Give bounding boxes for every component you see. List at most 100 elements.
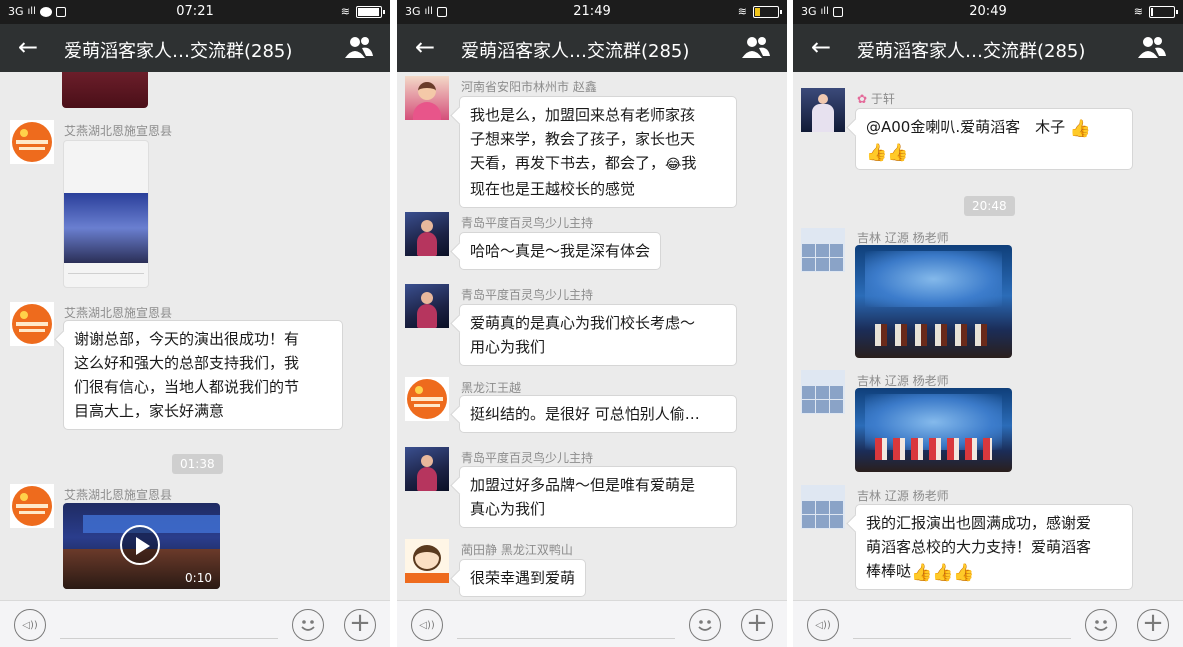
message-list[interactable]: ✿ 于轩 @A00金喇叭.爱萌滔客 木子 👍 👍👍 20:48 吉林 辽源 杨老… — [793, 72, 1183, 600]
clock: 07:21 — [176, 4, 214, 19]
emoji-button[interactable] — [1085, 609, 1117, 641]
more-button[interactable]: + — [1137, 609, 1169, 641]
time-divider: 01:38 — [172, 454, 223, 474]
avatar[interactable] — [405, 447, 449, 491]
voice-icon: ◁)) — [419, 620, 435, 631]
chat-title: 爱萌滔客家人…交流群(285) — [857, 41, 1086, 62]
message-line: 用心为我们 — [470, 338, 546, 356]
status-bar: 3G ıll 20:49 ≋ — [793, 0, 1183, 24]
image-message-cut[interactable] — [62, 72, 148, 108]
avatar[interactable] — [405, 212, 449, 256]
message-line: 这么好和强大的总部支持我们，我 — [74, 354, 300, 372]
sender-name: 河南省安阳市林州市 赵鑫 — [461, 80, 597, 94]
plus-icon: + — [1142, 608, 1164, 638]
clock: 20:49 — [969, 4, 1007, 19]
plus-icon: + — [349, 608, 371, 638]
group-members-icon — [345, 37, 373, 58]
group-members-icon — [1138, 37, 1166, 58]
chat-screen-1: 3G ıll 07:21 ≋ ← 爱萌滔客家人…交流群(285) 艾燕湖北恩施宣… — [0, 0, 390, 647]
message-line-end: 我 — [681, 154, 697, 172]
emoji-button[interactable] — [292, 609, 324, 641]
group-members-button[interactable] — [1137, 34, 1171, 62]
message-bubble[interactable]: 谢谢总部，今天的演出很成功！有 这么好和强大的总部支持我们，我 们很有信心，当地… — [63, 320, 343, 430]
message-line: 我的汇报演出也圆满成功，感谢爱 — [866, 514, 1092, 532]
sender-name: 蔺田静 黑龙江双鸭山 — [461, 543, 573, 557]
battery-icon — [356, 5, 385, 18]
message-input[interactable] — [60, 609, 278, 639]
message-line: 我也是么，加盟回来总有老师家孩 — [470, 106, 696, 124]
avatar[interactable] — [801, 485, 845, 529]
sender-name: 吉林 辽源 杨老师 — [857, 489, 949, 503]
input-bar: ◁)) + — [0, 600, 390, 647]
message-bubble[interactable]: 我的汇报演出也圆满成功，感谢爱 萌滔客总校的大力支持！爱萌滔客 棒棒哒👍👍👍 — [855, 504, 1133, 590]
plus-icon: + — [746, 608, 768, 638]
more-button[interactable]: + — [344, 609, 376, 641]
input-bar: ◁)) + — [397, 600, 787, 647]
image-message[interactable] — [855, 245, 1012, 358]
sender-name: 青岛平度百灵鸟少儿主持 — [461, 216, 594, 230]
smiley-icon — [698, 620, 712, 631]
image-message[interactable] — [63, 140, 149, 288]
message-bubble[interactable]: 很荣幸遇到爱萌 — [459, 559, 587, 597]
message-bubble[interactable]: 哈哈～真是～我是深有体会 — [459, 232, 662, 270]
group-members-button[interactable] — [741, 34, 775, 62]
message-line: 子想来学，教会了孩子，家长也天 — [470, 130, 696, 148]
image-message[interactable] — [855, 388, 1012, 472]
message-input[interactable] — [853, 609, 1071, 639]
message-line: 现在也是王越校长的感觉 — [470, 180, 636, 198]
voice-input-button[interactable]: ◁)) — [807, 609, 839, 641]
group-members-button[interactable] — [344, 34, 378, 62]
avatar[interactable] — [801, 88, 845, 132]
voice-icon: ◁)) — [22, 620, 38, 631]
message-line: 谢谢总部，今天的演出很成功！有 — [74, 330, 300, 348]
voice-input-button[interactable]: ◁)) — [14, 609, 46, 641]
avatar[interactable] — [405, 539, 449, 583]
more-button[interactable]: + — [741, 609, 773, 641]
back-arrow-icon: ← — [17, 33, 39, 61]
avatar[interactable] — [10, 302, 54, 346]
message-line: 爱萌真的是真心为我们校长考虑～ — [470, 314, 696, 332]
message-line: 加盟过好多品牌～但是唯有爱萌是 — [470, 476, 696, 494]
back-button[interactable]: ← — [407, 32, 443, 64]
message-bubble[interactable]: 我也是么，加盟回来总有老师家孩 子想来学，教会了孩子，家长也天 天看，再发下书去… — [459, 96, 737, 208]
wifi-icon: ≋ — [340, 5, 350, 18]
message-bubble[interactable]: 加盟过好多品牌～但是唯有爱萌是 真心为我们 — [459, 466, 737, 528]
video-message[interactable]: 0:10 — [63, 503, 220, 589]
group-members-icon — [742, 37, 770, 58]
back-button[interactable]: ← — [803, 32, 839, 64]
avatar[interactable] — [405, 284, 449, 328]
chat-header: ← 爱萌滔客家人…交流群(285) — [397, 24, 787, 72]
back-button[interactable]: ← — [10, 32, 46, 64]
message-input[interactable] — [457, 609, 675, 639]
chat-screen-2: 3G ıll 21:49 ≋ ← 爱萌滔客家人…交流群(285) 河南省安阳市林… — [397, 0, 787, 647]
sender-name: 黑龙江王越 — [461, 381, 522, 395]
battery-icon — [1149, 5, 1178, 18]
message-bubble[interactable]: @A00金喇叭.爱萌滔客 木子 👍 👍👍 — [855, 108, 1133, 170]
avatar[interactable] — [10, 484, 54, 528]
voice-input-button[interactable]: ◁)) — [411, 609, 443, 641]
message-line: @A00金喇叭.爱萌滔客 木子 — [866, 118, 1066, 136]
emoji-button[interactable] — [689, 609, 721, 641]
voice-icon: ◁)) — [815, 620, 831, 631]
time-divider: 20:48 — [964, 196, 1015, 216]
chat-screen-3: 3G ıll 20:49 ≋ ← 爱萌滔客家人…交流群(285) ✿ 于轩 @A… — [793, 0, 1183, 647]
sender-name: 吉林 辽源 杨老师 — [857, 231, 949, 245]
message-line: 目高大上，家长好满意 — [74, 402, 225, 420]
avatar[interactable] — [10, 120, 54, 164]
message-list[interactable]: 艾燕湖北恩施宣恩县 艾燕湖北恩施宣恩县 谢谢总部，今天的演出很成功！有 这么好和… — [0, 72, 390, 600]
message-line: 哈哈～真是～我是深有体会 — [470, 242, 651, 260]
message-bubble[interactable]: 爱萌真的是真心为我们校长考虑～ 用心为我们 — [459, 304, 737, 366]
sender-name: 吉林 辽源 杨老师 — [857, 374, 949, 388]
thumbs-up-icon: 👍 — [1069, 119, 1092, 139]
play-icon[interactable] — [120, 525, 160, 565]
avatar[interactable] — [405, 76, 449, 120]
message-line: 真心为我们 — [470, 500, 546, 518]
sender-name: 艾燕湖北恩施宣恩县 — [64, 488, 173, 502]
battery-icon — [753, 5, 782, 18]
avatar[interactable] — [801, 370, 845, 414]
message-bubble[interactable]: 挺纠结的。是很好 可总怕别人偷… — [459, 395, 737, 433]
avatar[interactable] — [405, 377, 449, 421]
avatar[interactable] — [801, 228, 845, 272]
chat-title: 爱萌滔客家人…交流群(285) — [64, 41, 293, 62]
message-list[interactable]: 河南省安阳市林州市 赵鑫 我也是么，加盟回来总有老师家孩 子想来学，教会了孩子，… — [397, 72, 787, 600]
